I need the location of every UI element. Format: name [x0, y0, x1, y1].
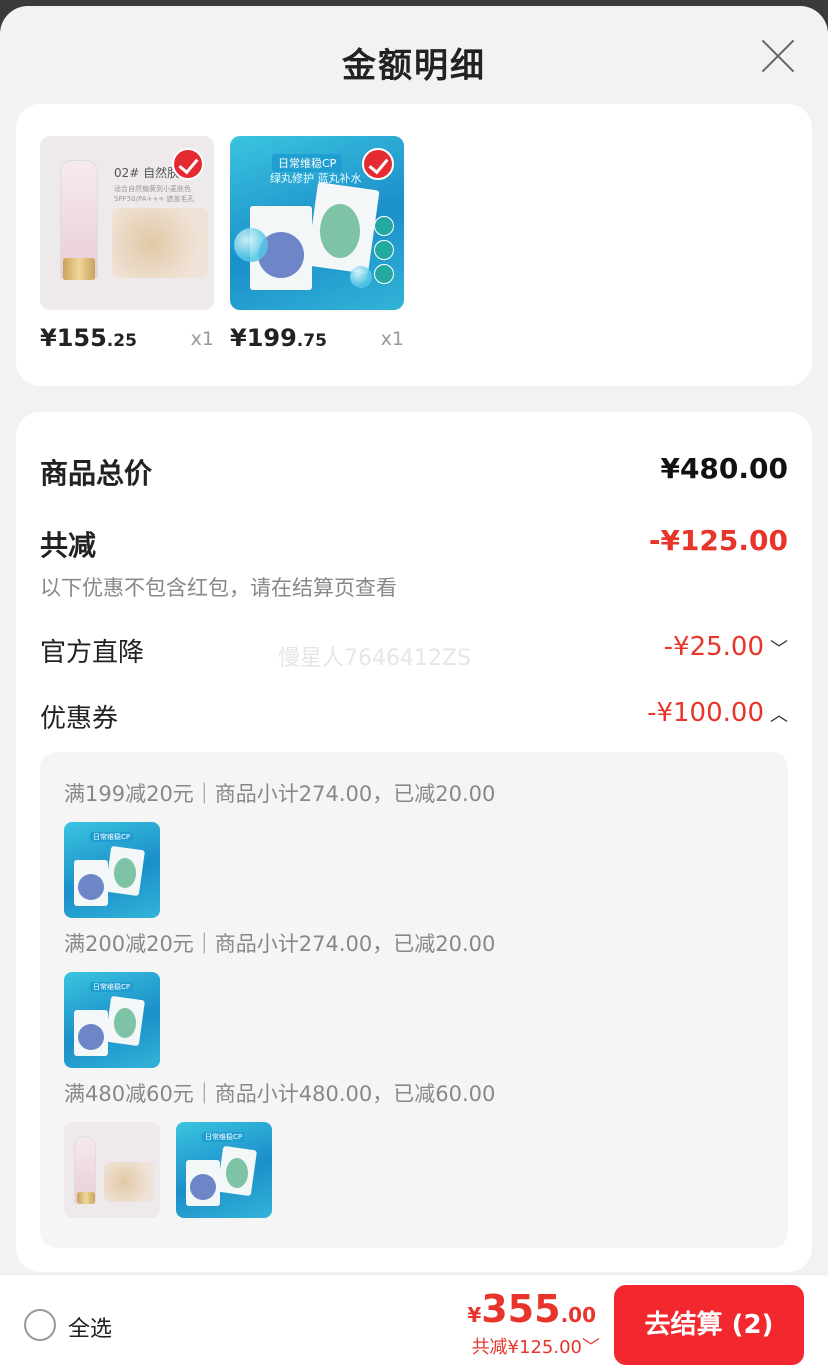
coupon-item-image[interactable]: 日常维稳CP [176, 1122, 272, 1218]
skin-swatch [112, 208, 208, 278]
green-pill [226, 1158, 248, 1188]
product-fine-print: 适合自然偏黄到小麦肤色 SPF50/PA+++ 遮盖毛孔 [114, 185, 195, 203]
mask-title: 日常维稳CP [202, 1132, 246, 1142]
discount-value: -¥125.00 [648, 524, 788, 557]
bb-tube-image [74, 1136, 96, 1204]
saved-amount[interactable]: 共减¥125.00﹀ [472, 1333, 600, 1359]
product-price: ¥155.25 [40, 324, 137, 352]
feature-badges [374, 216, 396, 288]
official-discount-label: 官方直降 [40, 638, 145, 668]
bubble-decor [234, 228, 268, 262]
coupon-rule-text: 满480减60元｜商品小计480.00，已减60.00 [64, 1082, 496, 1106]
checkout-button[interactable]: 去结算 (2) [614, 1285, 804, 1365]
checkout-bar: 全选 ¥355.00 共减¥125.00﹀ 去结算 (2) [0, 1274, 828, 1371]
coupon-rule-text: 满199减20元｜商品小计274.00，已减20.00 [64, 782, 496, 806]
product-mask[interactable]: 日常维稳CP 绿丸修护 蓝丸补水 ¥199.75 x1 [230, 136, 404, 352]
official-discount-value: -¥25.00 ﹀ [663, 632, 788, 662]
coupon-rule-text: 满200减20元｜商品小计274.00，已减20.00 [64, 932, 496, 956]
blue-pill [78, 874, 104, 900]
product-bb-cream[interactable]: 02# 自然肤 适合自然偏黄到小麦肤色 SPF50/PA+++ 遮盖毛孔 ¥15… [40, 136, 214, 352]
discount-label: 共减 [40, 529, 97, 562]
shade-label: 02# 自然肤 [114, 166, 180, 180]
price-breakdown-card: 商品总价 ¥480.00 共减 -¥125.00 以下优惠不包含红包，请在结算页… [16, 412, 812, 1272]
skin-swatch [104, 1162, 154, 1202]
blue-pill [78, 1024, 104, 1050]
close-icon[interactable] [758, 36, 798, 76]
select-all-label[interactable]: 全选 [68, 1311, 112, 1343]
green-pill [114, 1008, 136, 1038]
bubble-decor [350, 266, 372, 288]
selected-products-card: 02# 自然肤 适合自然偏黄到小麦肤色 SPF50/PA+++ 遮盖毛孔 ¥15… [16, 104, 812, 386]
chevron-up-icon[interactable]: ︿ [770, 705, 788, 726]
mask-title: 日常维稳CP [90, 832, 134, 842]
selected-check-icon[interactable] [362, 148, 394, 180]
goods-total-value: ¥480.00 [660, 452, 788, 485]
green-pill [320, 204, 360, 258]
product-price: ¥199.75 [230, 324, 327, 352]
coupon-value: -¥100.00 ︿ [647, 698, 788, 728]
coupon-item-image[interactable] [64, 1122, 160, 1218]
selected-check-icon[interactable] [172, 148, 204, 180]
coupon-item-image[interactable]: 日常维稳CP [64, 972, 160, 1068]
total-price: ¥355.00 [467, 1287, 596, 1331]
product-qty: x1 [380, 328, 404, 350]
chevron-down-icon[interactable]: ﹀ [770, 639, 788, 660]
mask-title: 日常维稳CP [90, 982, 134, 992]
chevron-down-icon[interactable]: ﹀ [582, 1337, 600, 1358]
bb-tube-image [60, 160, 98, 280]
discount-note: 以下优惠不包含红包，请在结算页查看 [40, 576, 397, 600]
product-qty: x1 [190, 328, 214, 350]
coupon-detail-panel: 满199减20元｜商品小计274.00，已减20.00 日常维稳CP 满200减… [40, 752, 788, 1248]
product-image: 02# 自然肤 适合自然偏黄到小麦肤色 SPF50/PA+++ 遮盖毛孔 [40, 136, 214, 310]
coupon-item-image[interactable]: 日常维稳CP [64, 822, 160, 918]
amount-detail-sheet: 金额明细 02# 自然肤 适合自然偏黄到小麦肤色 SPF50/PA+++ 遮盖毛… [0, 6, 828, 1371]
product-image: 日常维稳CP 绿丸修护 蓝丸补水 [230, 136, 404, 310]
goods-total-label: 商品总价 [40, 457, 153, 490]
watermark: 慢星人7646412ZS [278, 646, 472, 671]
mask-subtitle: 绿丸修护 蓝丸补水 [270, 172, 362, 185]
green-pill [114, 858, 136, 888]
coupon-label: 优惠券 [40, 704, 119, 734]
select-all-radio[interactable] [24, 1309, 56, 1341]
blue-pill [190, 1174, 216, 1200]
sheet-title: 金额明细 [342, 46, 486, 86]
